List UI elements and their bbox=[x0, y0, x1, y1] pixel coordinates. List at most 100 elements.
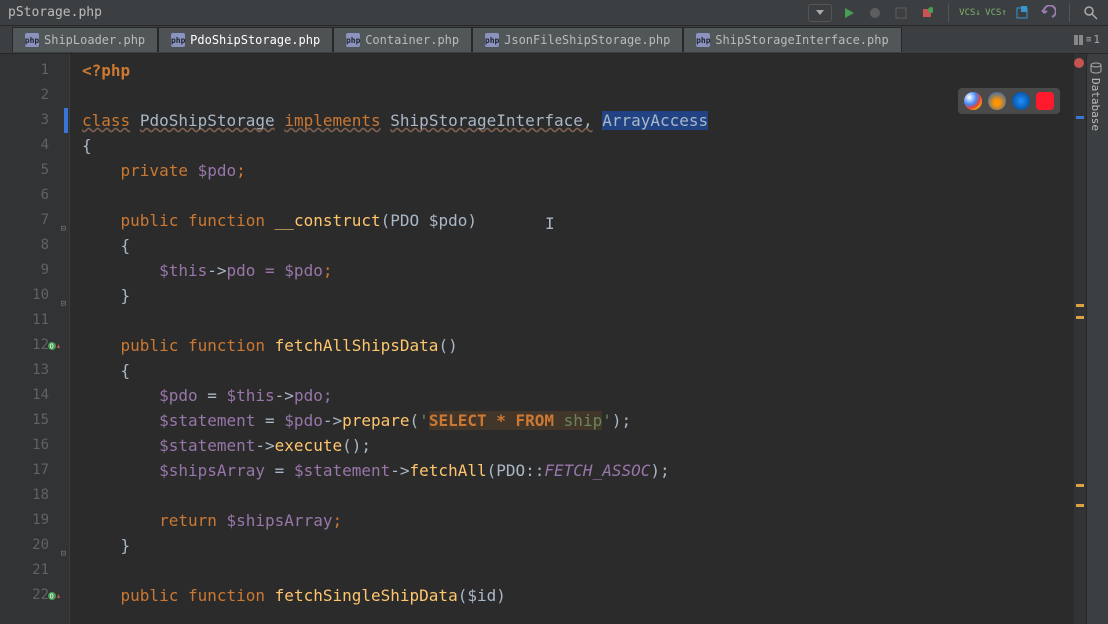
php-file-icon: php bbox=[25, 33, 39, 47]
code-token: ; bbox=[323, 261, 333, 280]
warning-marker[interactable] bbox=[1076, 304, 1084, 307]
line-number: 8 bbox=[0, 233, 69, 258]
toolbar-divider bbox=[948, 4, 949, 22]
code-token: pdo; bbox=[294, 386, 333, 405]
code-token: function bbox=[188, 211, 265, 230]
code-token: private bbox=[121, 161, 188, 180]
code-token: ); bbox=[612, 411, 631, 430]
code-token: ship bbox=[564, 411, 603, 430]
fold-close-icon[interactable]: ⊟ bbox=[58, 292, 66, 300]
tab-container[interactable]: php Container.php bbox=[333, 27, 472, 52]
line-number: 6 bbox=[0, 183, 69, 208]
line-number: 7⊟ bbox=[0, 208, 69, 233]
code-token: = bbox=[265, 461, 294, 480]
code-token: $pdo bbox=[198, 161, 237, 180]
code-token: { bbox=[121, 361, 131, 380]
change-marker bbox=[64, 108, 68, 133]
code-token: = bbox=[198, 386, 227, 405]
override-marker-icon[interactable]: O bbox=[48, 341, 60, 351]
search-icon[interactable] bbox=[1082, 4, 1100, 22]
settings-icon[interactable] bbox=[1013, 4, 1031, 22]
code-token: } bbox=[121, 536, 131, 555]
php-file-icon: php bbox=[696, 33, 710, 47]
code-token: class bbox=[82, 111, 130, 130]
code-token: public bbox=[121, 586, 179, 605]
debug-icon[interactable] bbox=[866, 4, 884, 22]
split-icon[interactable]: ≡1 bbox=[1074, 33, 1100, 46]
code-editor[interactable]: <?php class PdoShipStorage implements Sh… bbox=[70, 54, 1108, 624]
database-tool-tab[interactable]: Database bbox=[1087, 54, 1104, 139]
warning-marker[interactable] bbox=[1076, 484, 1084, 487]
stop-icon[interactable] bbox=[918, 4, 936, 22]
change-marker[interactable] bbox=[1076, 116, 1084, 119]
line-number: 13 bbox=[0, 358, 69, 383]
line-number: 4 bbox=[0, 133, 69, 158]
opera-icon[interactable] bbox=[1036, 92, 1054, 110]
tab-pdoshipstorage[interactable]: php PdoShipStorage.php bbox=[158, 27, 333, 52]
code-token: (PDO $pdo) bbox=[381, 211, 477, 230]
code-token: $pdo bbox=[284, 411, 323, 430]
toolbar-divider bbox=[1069, 4, 1070, 22]
php-file-icon: php bbox=[485, 33, 499, 47]
code-token: public bbox=[121, 211, 179, 230]
breadcrumb: pStorage.php bbox=[8, 5, 102, 20]
line-number: 16 bbox=[0, 433, 69, 458]
text-cursor: I bbox=[545, 214, 555, 233]
override-marker-icon[interactable]: O bbox=[48, 591, 60, 601]
run-icon[interactable] bbox=[840, 4, 858, 22]
fold-open-icon[interactable]: ⊟ bbox=[58, 217, 66, 225]
code-token: { bbox=[82, 136, 92, 155]
code-token: $this bbox=[227, 386, 275, 405]
tab-label: JsonFileShipStorage.php bbox=[504, 33, 670, 47]
code-token: implements bbox=[284, 111, 380, 130]
code-token: $statement bbox=[159, 436, 255, 455]
tab-shipstorageinterface[interactable]: php ShipStorageInterface.php bbox=[683, 27, 901, 52]
vcs-update-icon[interactable]: VCS↓ bbox=[961, 4, 979, 22]
fold-close-icon[interactable]: ⊟ bbox=[58, 542, 66, 550]
line-number: 19 bbox=[0, 508, 69, 533]
line-number: 18 bbox=[0, 483, 69, 508]
line-number: 20⊟ bbox=[0, 533, 69, 558]
code-token: execute bbox=[275, 436, 342, 455]
line-number: 14 bbox=[0, 383, 69, 408]
code-token: public bbox=[121, 336, 179, 355]
code-token: $this bbox=[159, 261, 207, 280]
error-marker[interactable] bbox=[1074, 58, 1084, 68]
php-file-icon: php bbox=[346, 33, 360, 47]
code-token: return bbox=[159, 511, 217, 530]
warning-marker[interactable] bbox=[1076, 316, 1084, 319]
code-token: -> bbox=[390, 461, 409, 480]
code-token: ; bbox=[236, 161, 246, 180]
line-number: 22O bbox=[0, 583, 69, 608]
chrome-icon[interactable] bbox=[964, 92, 982, 110]
firefox-icon[interactable] bbox=[988, 92, 1006, 110]
undo-icon[interactable] bbox=[1039, 4, 1057, 22]
code-token: -> bbox=[255, 436, 274, 455]
tab-label: ShipStorageInterface.php bbox=[715, 33, 888, 47]
line-number: 21 bbox=[0, 558, 69, 583]
line-number: 9 bbox=[0, 258, 69, 283]
run-config-dropdown[interactable] bbox=[808, 4, 832, 22]
editor-scrollbar[interactable] bbox=[1074, 54, 1086, 624]
coverage-icon[interactable] bbox=[892, 4, 910, 22]
code-token: ( bbox=[410, 411, 420, 430]
line-number: 1 bbox=[0, 58, 69, 83]
php-file-icon: php bbox=[171, 33, 185, 47]
code-token: } bbox=[121, 286, 131, 305]
vcs-commit-icon[interactable]: VCS↑ bbox=[987, 4, 1005, 22]
code-token: SELECT * FROM bbox=[429, 411, 564, 430]
code-token: -> bbox=[323, 411, 342, 430]
safari-icon[interactable] bbox=[1012, 92, 1030, 110]
tab-jsonfileshipstorage[interactable]: php JsonFileShipStorage.php bbox=[472, 27, 683, 52]
line-number: 12O bbox=[0, 333, 69, 358]
line-number: 5 bbox=[0, 158, 69, 183]
tool-label: Database bbox=[1089, 78, 1102, 131]
code-token: = bbox=[255, 411, 284, 430]
tab-shiploader[interactable]: php ShipLoader.php bbox=[12, 27, 158, 52]
tab-label: ShipLoader.php bbox=[44, 33, 145, 47]
code-token: $statement bbox=[159, 411, 255, 430]
code-token: prepare bbox=[342, 411, 409, 430]
warning-marker[interactable] bbox=[1076, 504, 1084, 507]
svg-text:O: O bbox=[50, 342, 54, 350]
line-number: 3 bbox=[0, 108, 69, 133]
